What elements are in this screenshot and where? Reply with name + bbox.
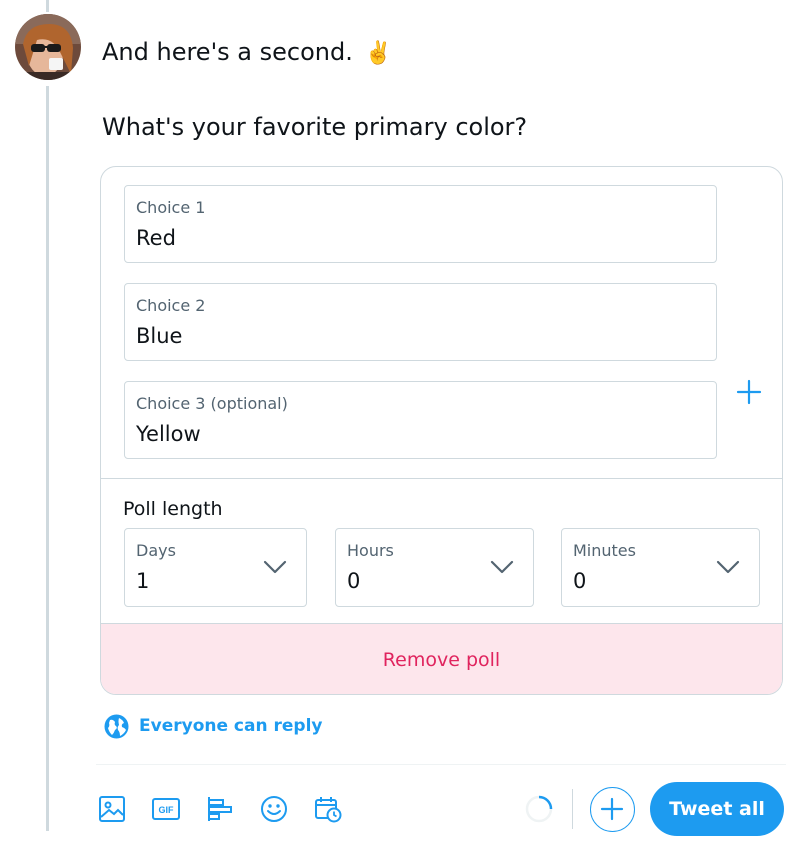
schedule-button[interactable] <box>313 794 343 824</box>
progress-ring-icon <box>525 795 553 823</box>
chevron-down-icon <box>263 560 287 574</box>
poll-days-value: 1 <box>136 569 150 593</box>
poll-choice-3-label: Choice 3 (optional) <box>136 394 288 413</box>
poll-choice-1-label: Choice 1 <box>136 198 206 217</box>
poll-question[interactable]: What's your favorite primary color? <box>102 111 527 143</box>
plus-icon <box>736 379 762 405</box>
add-poll-button[interactable] <box>205 794 235 824</box>
add-media-button[interactable] <box>97 794 127 824</box>
poll-choice-3-field[interactable]: Choice 3 (optional) Yellow <box>124 381 717 459</box>
poll-hours-label: Hours <box>347 541 394 560</box>
gif-icon: GIF <box>152 798 180 820</box>
add-emoji-button[interactable] <box>259 794 289 824</box>
toolbar-separator <box>572 789 573 829</box>
poll-minutes-select[interactable]: Minutes 0 <box>561 528 760 607</box>
chevron-down-icon <box>716 560 740 574</box>
thread-line-top <box>46 0 49 12</box>
plus-icon <box>600 797 624 821</box>
add-tweet-button[interactable] <box>590 787 635 832</box>
poll-choice-1-value: Red <box>136 226 176 250</box>
toolbar-divider <box>96 764 786 765</box>
emoji-icon <box>261 796 287 822</box>
add-choice-button[interactable] <box>734 377 764 407</box>
poll-composer: Choice 1 Red Choice 2 Blue Choice 3 (opt… <box>100 166 783 695</box>
poll-choice-2-value: Blue <box>136 324 183 348</box>
image-icon <box>99 796 125 822</box>
remove-poll-button[interactable]: Remove poll <box>101 623 782 694</box>
poll-choice-3-value: Yellow <box>136 422 201 446</box>
poll-choice-1-field[interactable]: Choice 1 Red <box>124 185 717 263</box>
victory-hand-emoji: ✌️ <box>364 41 393 66</box>
chevron-down-icon <box>490 560 514 574</box>
poll-length-title: Poll length <box>123 498 223 520</box>
poll-days-label: Days <box>136 541 176 560</box>
add-gif-button[interactable]: GIF <box>151 794 181 824</box>
tweet-text[interactable]: And here's a second. ✌️ <box>102 36 392 70</box>
svg-text:GIF: GIF <box>159 805 175 815</box>
poll-icon <box>208 797 232 821</box>
poll-divider <box>101 478 782 479</box>
thread-line <box>46 86 49 831</box>
tweet-all-button[interactable]: Tweet all <box>650 782 784 836</box>
globe-icon <box>104 714 129 739</box>
poll-choice-2-label: Choice 2 <box>136 296 206 315</box>
avatar[interactable] <box>15 14 81 80</box>
remove-poll-label: Remove poll <box>382 649 501 671</box>
poll-hours-value: 0 <box>347 569 361 593</box>
poll-minutes-value: 0 <box>573 569 587 593</box>
poll-choice-2-field[interactable]: Choice 2 Blue <box>124 283 717 361</box>
character-count-indicator <box>524 794 554 824</box>
schedule-icon <box>315 797 342 823</box>
poll-minutes-label: Minutes <box>573 541 636 560</box>
tweet-text-body: And here's a second. <box>102 38 353 66</box>
reply-setting-label: Everyone can reply <box>139 716 323 736</box>
poll-hours-select[interactable]: Hours 0 <box>335 528 534 607</box>
poll-days-select[interactable]: Days 1 <box>124 528 307 607</box>
